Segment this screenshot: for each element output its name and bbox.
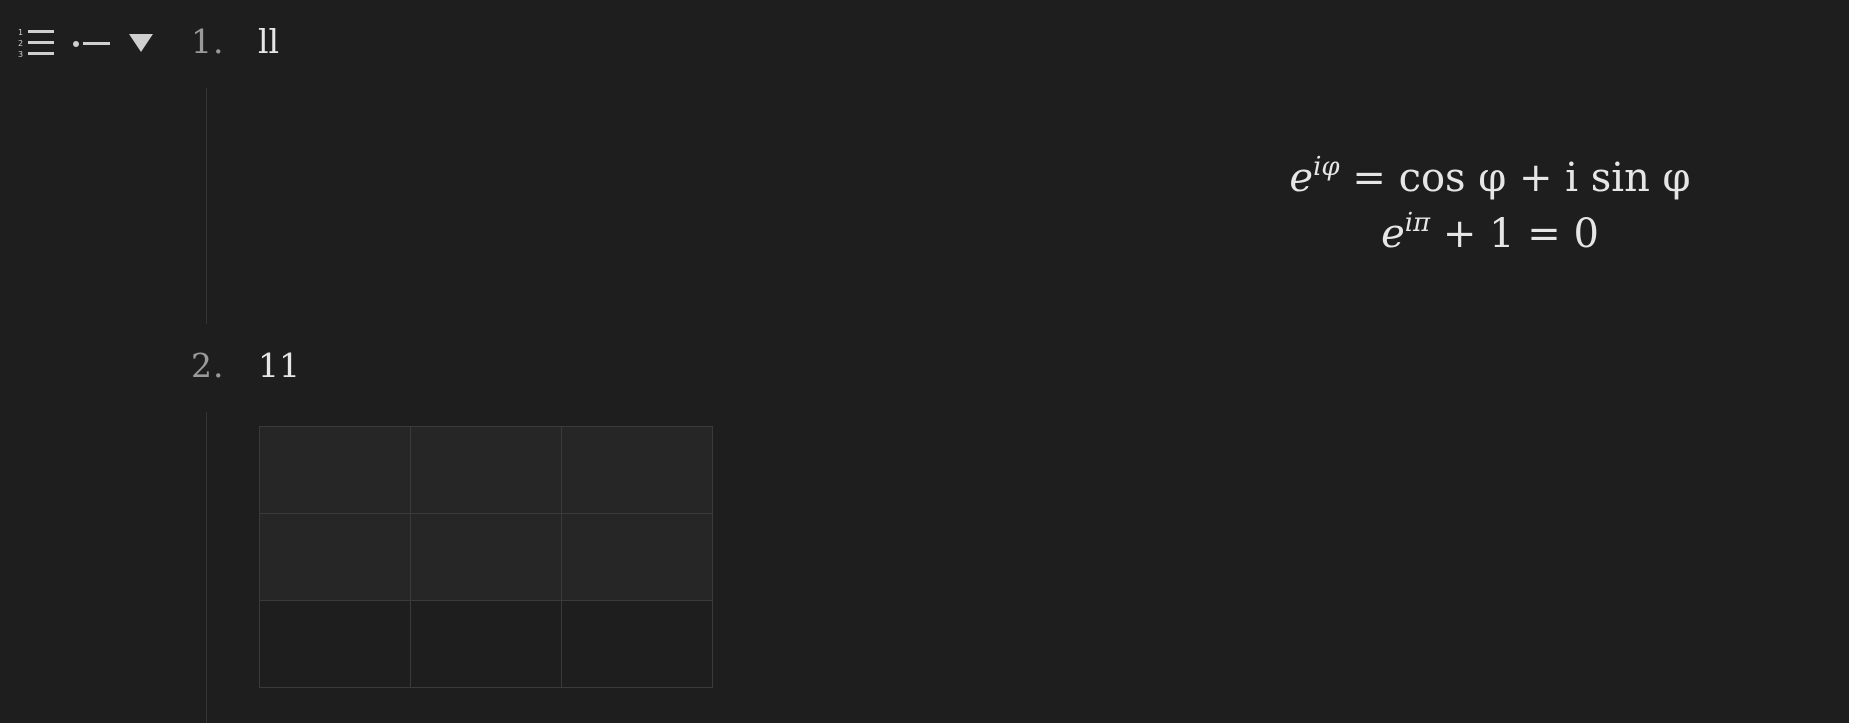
math-line-euler-formula: eiφ = cos φ + i sin φ <box>1260 150 1720 206</box>
ordered-list-icon: 1 2 3 <box>18 28 54 59</box>
table-cell[interactable] <box>259 426 411 514</box>
list-item-text[interactable]: ll <box>258 22 279 61</box>
list-item-text[interactable]: 11 <box>258 346 300 385</box>
indent-guide <box>206 88 207 324</box>
table-cell[interactable] <box>561 426 713 514</box>
table-cell[interactable] <box>561 600 713 688</box>
svg-text:2: 2 <box>18 39 23 48</box>
data-table <box>259 426 713 688</box>
table-row <box>259 600 713 688</box>
bullet-list-icon <box>73 41 110 47</box>
svg-text:1: 1 <box>18 28 23 37</box>
math-expression: = cos φ + i sin φ <box>1339 155 1691 201</box>
math-line-euler-identity: eiπ + 1 = 0 <box>1260 206 1720 262</box>
triangle-down-icon <box>129 34 153 52</box>
math-base: e <box>1289 155 1314 201</box>
list-item-number: 2. <box>191 346 225 385</box>
math-base: e <box>1381 211 1405 257</box>
ordered-list-button[interactable]: 1 2 3 <box>18 26 56 60</box>
table-row <box>259 426 713 514</box>
math-block[interactable]: eiφ = cos φ + i sin φ eiπ + 1 = 0 <box>1260 150 1720 262</box>
list-item-number: 1. <box>191 22 225 61</box>
math-exponent: iφ <box>1313 152 1340 182</box>
math-exponent: iπ <box>1404 208 1431 238</box>
table-cell[interactable] <box>259 513 411 601</box>
svg-text:3: 3 <box>18 50 23 59</box>
table-cell[interactable] <box>561 513 713 601</box>
editor-page: 1 2 3 1. ll eiφ = cos φ + i sin φ eiπ + … <box>0 0 1849 723</box>
toggle-list-button[interactable] <box>126 26 156 60</box>
table-row <box>259 513 713 601</box>
table-cell[interactable] <box>410 426 562 514</box>
math-expression: + 1 = 0 <box>1430 211 1599 257</box>
table-cell[interactable] <box>410 513 562 601</box>
table-cell[interactable] <box>259 600 411 688</box>
indent-guide <box>206 412 207 723</box>
bullet-list-button[interactable] <box>72 26 112 60</box>
table-cell[interactable] <box>410 600 562 688</box>
